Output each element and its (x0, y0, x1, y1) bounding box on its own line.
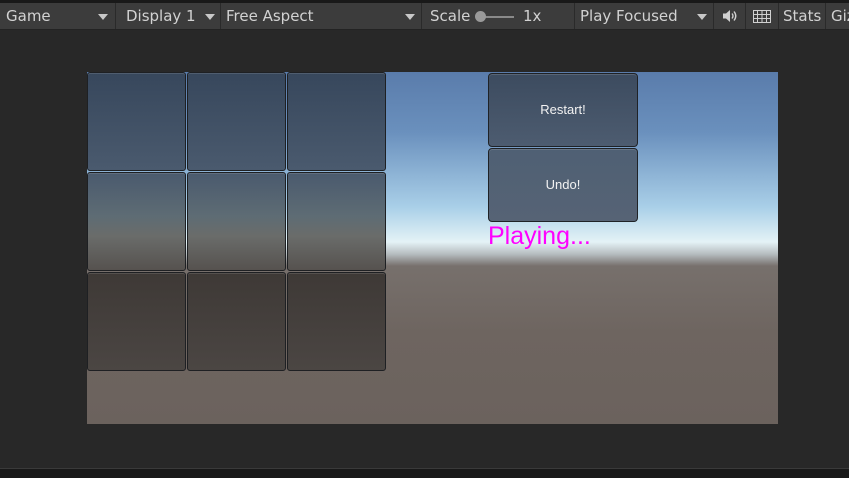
game-view-toolbar: Game Display 1 Free Aspect Scale 1x Play… (0, 0, 849, 30)
shortcut-toggle[interactable] (746, 3, 779, 29)
grid-cell-2-0[interactable] (87, 272, 186, 371)
grid-cell-2-1[interactable] (187, 272, 286, 371)
chevron-down-icon (98, 14, 108, 20)
scale-value: 1x (523, 7, 542, 25)
game-viewport[interactable]: Restart! Undo! Playing... (87, 72, 778, 424)
game-view-label: Game (6, 7, 51, 25)
restart-button[interactable]: Restart! (488, 73, 638, 147)
display-label: Display 1 (126, 7, 196, 25)
scale-slider-track[interactable] (482, 16, 514, 18)
gizmos-dropdown[interactable]: Gizmos (826, 3, 849, 29)
undo-button[interactable]: Undo! (488, 148, 638, 222)
keyboard-grid-icon (753, 10, 771, 23)
gizmos-label: Gizmos (831, 7, 849, 25)
chevron-down-icon (205, 14, 215, 20)
status-text: Playing... (488, 222, 591, 250)
grid-cell-0-2[interactable] (287, 72, 386, 171)
grid-cell-0-0[interactable] (87, 72, 186, 171)
grid-cell-0-1[interactable] (187, 72, 286, 171)
aspect-dropdown[interactable]: Free Aspect (221, 3, 422, 29)
play-mode-label: Play Focused (580, 7, 678, 25)
display-dropdown[interactable]: Display 1 (116, 3, 221, 29)
speaker-icon (723, 10, 737, 22)
grid-cell-1-2[interactable] (287, 172, 386, 271)
grid-cell-1-0[interactable] (87, 172, 186, 271)
chevron-down-icon (697, 14, 707, 20)
scale-slider-knob[interactable] (475, 11, 486, 22)
grid-cell-1-1[interactable] (187, 172, 286, 271)
grid-cell-2-2[interactable] (287, 272, 386, 371)
play-mode-dropdown[interactable]: Play Focused (575, 3, 714, 29)
stats-label: Stats (783, 7, 822, 25)
aspect-label: Free Aspect (226, 7, 314, 25)
chevron-down-icon (405, 14, 415, 20)
stats-toggle[interactable]: Stats (779, 3, 826, 29)
scale-label: Scale (430, 7, 471, 25)
scale-control: Scale 1x (422, 3, 575, 29)
mute-audio-toggle[interactable] (714, 3, 746, 29)
game-view-dropdown[interactable]: Game (0, 3, 116, 29)
